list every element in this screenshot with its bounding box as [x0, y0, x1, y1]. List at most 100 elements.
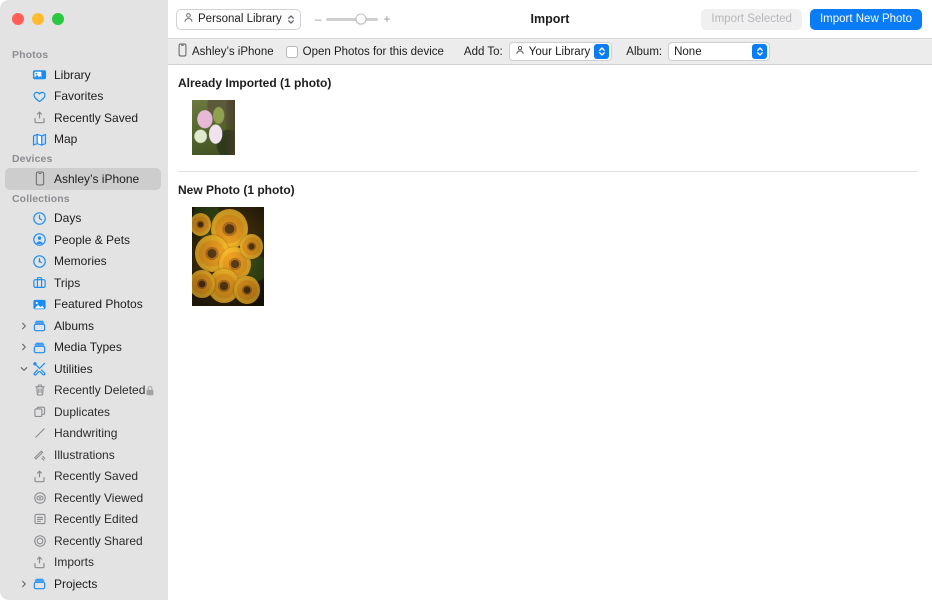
thumbnail-size-slider[interactable]: – + — [315, 13, 391, 25]
sidebar-item-label: Featured Photos — [54, 297, 143, 312]
sidebar-item-label: Library — [54, 67, 91, 82]
slider-track[interactable] — [326, 13, 379, 25]
add-to-label: Add To: — [463, 45, 503, 58]
sidebar-item-trips[interactable]: Trips — [5, 272, 161, 294]
iphone-icon — [178, 43, 187, 60]
photo-grid — [168, 90, 932, 155]
personal-library-label: Personal Library — [198, 13, 282, 25]
sidebar-item-label: Recently Shared — [54, 533, 143, 548]
sidebar-item-label: Days — [54, 211, 82, 226]
suitcase-icon — [30, 275, 49, 290]
add-to-popup-button[interactable]: Your Library — [508, 42, 613, 61]
sidebar-item-days[interactable]: Days — [5, 208, 161, 230]
sidebar-item-people-pets[interactable]: People & Pets — [5, 229, 161, 251]
sidebar-item-label: Recently Edited — [54, 512, 139, 527]
zoom-in-label[interactable]: + — [383, 13, 390, 25]
toolbar-actions: Import Selected Import New Photo — [701, 8, 922, 30]
toolbar: Personal Library – + Import Import Selec… — [168, 0, 932, 38]
main-pane: Personal Library – + Import Import Selec… — [168, 0, 932, 600]
import-content-area[interactable]: Already Imported (1 photo) New Photo (1 p… — [168, 65, 932, 600]
sidebar-item-label: Projects — [54, 576, 98, 591]
sidebar-item-label: Recently Viewed — [54, 490, 144, 505]
sidebar-item-duplicates[interactable]: Duplicates — [5, 401, 161, 423]
slider-knob[interactable] — [355, 13, 367, 25]
tray-arrow-up-icon — [30, 110, 49, 125]
sidebar-item-map[interactable]: Map — [5, 129, 161, 151]
duplicate-icon — [30, 405, 49, 419]
sidebar-item-media-types[interactable]: Media Types — [5, 337, 161, 359]
import-selected-button[interactable]: Import Selected — [701, 8, 802, 30]
add-to-value: Your Library — [528, 45, 591, 58]
chevron-up-down-icon — [594, 44, 610, 59]
album-icon — [30, 576, 49, 591]
album-icon — [30, 318, 49, 333]
group-title: Already Imported (1 photo) — [178, 76, 332, 90]
minimize-button[interactable] — [32, 13, 44, 25]
share-circle-icon — [30, 534, 49, 548]
sidebar-item-utilities[interactable]: Utilities — [5, 358, 161, 380]
sidebar-item-label: Memories — [54, 254, 107, 269]
album-label: Album: — [626, 45, 663, 58]
sidebar-item-projects[interactable]: Projects — [5, 573, 161, 595]
sidebar-section-header-devices: Devices — [12, 153, 53, 165]
disclosure-triangle-icon[interactable] — [17, 343, 30, 351]
person-icon — [515, 45, 525, 58]
sidebar-item-label: Favorites — [54, 89, 104, 104]
photo-thumbnail[interactable] — [192, 207, 264, 306]
sidebar-item-label: Ashley’s iPhone — [54, 171, 140, 186]
person-circle-icon — [30, 232, 49, 247]
open-photos-checkbox-row[interactable]: Open Photos for this device — [285, 45, 444, 58]
sidebar-item-recently-shared[interactable]: Recently Shared — [5, 530, 161, 552]
open-photos-label: Open Photos for this device — [302, 45, 444, 58]
sidebar-item-label: People & Pets — [54, 232, 131, 247]
sidebar-item-favorites[interactable]: Favorites — [5, 86, 161, 108]
photos-import-window: Photos Library Favorites Recently Saved Map D… — [0, 0, 932, 600]
sidebar-item-library[interactable]: Library — [5, 64, 161, 86]
sidebar-section-header-photos: Photos — [12, 49, 49, 61]
sidebar-item-recently-viewed[interactable]: Recently Viewed — [5, 487, 161, 509]
library-icon — [30, 67, 49, 82]
sidebar-item-memories[interactable]: Memories — [5, 251, 161, 273]
sidebar-item-label: Duplicates — [54, 404, 111, 419]
sidebar-item-label: Handwriting — [54, 426, 118, 441]
sidebar-item-label: Recently Saved — [54, 110, 139, 125]
person-icon — [183, 12, 194, 26]
import-options-bar: Ashley’s iPhone Open Photos for this dev… — [168, 38, 932, 65]
sidebar-list[interactable]: Photos Library Favorites Recently Saved Map D… — [0, 38, 168, 595]
sidebar-item-ashley-s-iphone[interactable]: Ashley’s iPhone — [5, 168, 161, 190]
disclosure-triangle-icon[interactable] — [17, 580, 30, 588]
open-photos-checkbox[interactable] — [285, 45, 298, 58]
tray-arrow-up-icon — [30, 555, 49, 570]
personal-library-popup-button[interactable]: Personal Library — [176, 8, 301, 30]
sidebar-item-label: Recently Saved — [54, 469, 139, 484]
sidebar-item-imports[interactable]: Imports — [5, 552, 161, 574]
import-new-photo-button[interactable]: Import New Photo — [809, 8, 922, 30]
zoom-out-label[interactable]: – — [315, 13, 322, 25]
sidebar-item-label: Illustrations — [54, 447, 115, 462]
zoom-button[interactable] — [52, 13, 64, 25]
disclosure-triangle-icon[interactable] — [17, 322, 30, 330]
sidebar-item-label: Trips — [54, 275, 81, 290]
tools-icon — [30, 361, 49, 376]
group-title: New Photo (1 photo) — [178, 183, 295, 197]
sidebar-item-recently-saved[interactable]: Recently Saved — [5, 466, 161, 488]
album-value: None — [674, 45, 702, 58]
memories-icon — [30, 254, 49, 269]
iphone-icon — [30, 171, 49, 186]
photo-thumbnail[interactable] — [192, 100, 235, 155]
album-popup-button[interactable]: None — [668, 42, 771, 61]
eye-circle-icon — [30, 491, 49, 505]
sidebar-item-illustrations[interactable]: Illustrations — [5, 444, 161, 466]
photo-grid — [168, 197, 932, 306]
sidebar-item-albums[interactable]: Albums — [5, 315, 161, 337]
close-button[interactable] — [12, 13, 24, 25]
disclosure-triangle-icon[interactable] — [17, 365, 30, 373]
sidebar-item-recently-deleted[interactable]: Recently Deleted — [5, 380, 161, 402]
sidebar-item-recently-saved[interactable]: Recently Saved — [5, 107, 161, 129]
sidebar-item-featured-photos[interactable]: Featured Photos — [5, 294, 161, 316]
window-traffic-lights — [0, 0, 168, 38]
sidebar-item-handwriting[interactable]: Handwriting — [5, 423, 161, 445]
sidebar: Photos Library Favorites Recently Saved Map D… — [0, 0, 168, 600]
sidebar-item-recently-edited[interactable]: Recently Edited — [5, 509, 161, 531]
clock-icon — [30, 211, 49, 226]
